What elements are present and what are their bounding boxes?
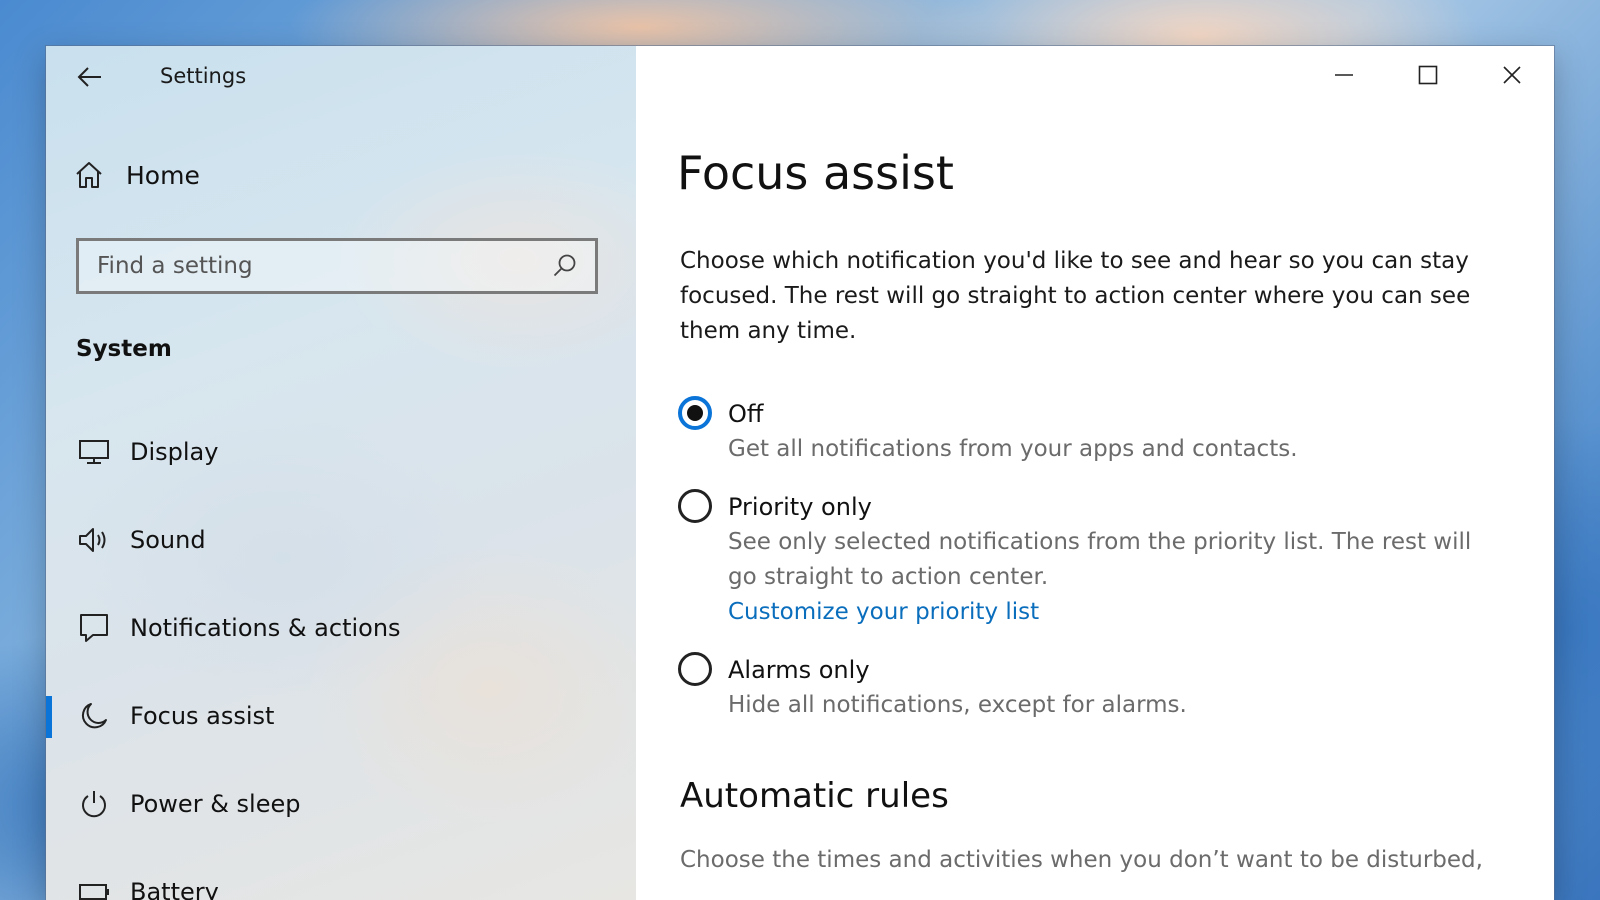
close-icon	[1503, 66, 1521, 84]
home-icon	[76, 162, 102, 188]
option-priority-only: Priority only See only selected notifica…	[678, 489, 1498, 630]
sidebar-item-display[interactable]: Display	[46, 408, 636, 496]
option-label[interactable]: Priority only	[728, 489, 1498, 525]
sidebar-item-sound[interactable]: Sound	[46, 496, 636, 584]
sidebar-item-label: Sound	[130, 526, 206, 554]
minimize-icon	[1335, 74, 1353, 76]
option-text: Alarms only Hide all notifications, exce…	[728, 652, 1187, 723]
selection-indicator	[46, 696, 52, 738]
sidebar-nav: Display Sound Notifications & actions Fo…	[46, 408, 636, 900]
option-description: Get all notifications from your apps and…	[728, 436, 1298, 462]
monitor-icon	[74, 432, 114, 472]
home-label: Home	[126, 160, 200, 190]
option-label[interactable]: Off	[728, 396, 1298, 432]
home-nav-item[interactable]: Home	[74, 160, 200, 190]
focus-options: Off Get all notifications from your apps…	[678, 396, 1498, 745]
option-text: Priority only See only selected notifica…	[728, 489, 1498, 630]
search-icon[interactable]	[545, 246, 585, 286]
radio-priority-only[interactable]	[678, 489, 712, 523]
customize-priority-list-link[interactable]: Customize your priority list	[728, 595, 1498, 630]
app-title: Settings	[160, 64, 247, 88]
maximize-icon	[1418, 65, 1438, 85]
option-off: Off Get all notifications from your apps…	[678, 396, 1498, 467]
back-arrow-icon	[77, 67, 101, 87]
option-description: Hide all notifications, except for alarm…	[728, 692, 1187, 718]
search-input[interactable]	[79, 240, 545, 292]
battery-icon	[74, 872, 114, 900]
sidebar-item-focus-assist[interactable]: Focus assist	[46, 672, 636, 760]
sidebar-item-label: Battery	[130, 878, 219, 900]
main-content: Focus assist Choose which notification y…	[636, 46, 1554, 900]
title-bar: Settings	[46, 46, 636, 108]
option-label[interactable]: Alarms only	[728, 652, 1187, 688]
sidebar-item-label: Display	[130, 438, 219, 466]
sidebar-item-battery[interactable]: Battery	[46, 848, 636, 900]
power-icon	[74, 784, 114, 824]
option-alarms-only: Alarms only Hide all notifications, exce…	[678, 652, 1498, 723]
intro-text: Choose which notification you'd like to …	[680, 248, 1471, 344]
back-button[interactable]	[70, 60, 110, 94]
sidebar-item-label: Focus assist	[130, 702, 275, 730]
option-description: See only selected notifications from the…	[728, 529, 1472, 590]
settings-window: Settings Home System	[46, 46, 1554, 900]
notification-icon	[74, 608, 114, 648]
speaker-icon	[74, 520, 114, 560]
moon-icon	[74, 696, 114, 736]
sidebar-item-label: Power & sleep	[130, 790, 301, 818]
window-controls	[1302, 46, 1554, 104]
maximize-button[interactable]	[1386, 46, 1470, 104]
sidebar-item-label: Notifications & actions	[130, 614, 401, 642]
page-title: Focus assist	[677, 146, 954, 200]
close-button[interactable]	[1470, 46, 1554, 104]
sidebar-item-power-sleep[interactable]: Power & sleep	[46, 760, 636, 848]
section-label-system: System	[76, 336, 172, 362]
minimize-button[interactable]	[1302, 46, 1386, 104]
automatic-rules-description: Choose the times and activities when you…	[680, 847, 1483, 873]
automatic-rules-heading: Automatic rules	[680, 776, 949, 816]
radio-off[interactable]	[678, 396, 712, 430]
search-box	[76, 238, 598, 294]
sidebar-item-notifications[interactable]: Notifications & actions	[46, 584, 636, 672]
radio-alarms-only[interactable]	[678, 652, 712, 686]
sidebar: Settings Home System	[46, 46, 636, 900]
option-text: Off Get all notifications from your apps…	[728, 396, 1298, 467]
